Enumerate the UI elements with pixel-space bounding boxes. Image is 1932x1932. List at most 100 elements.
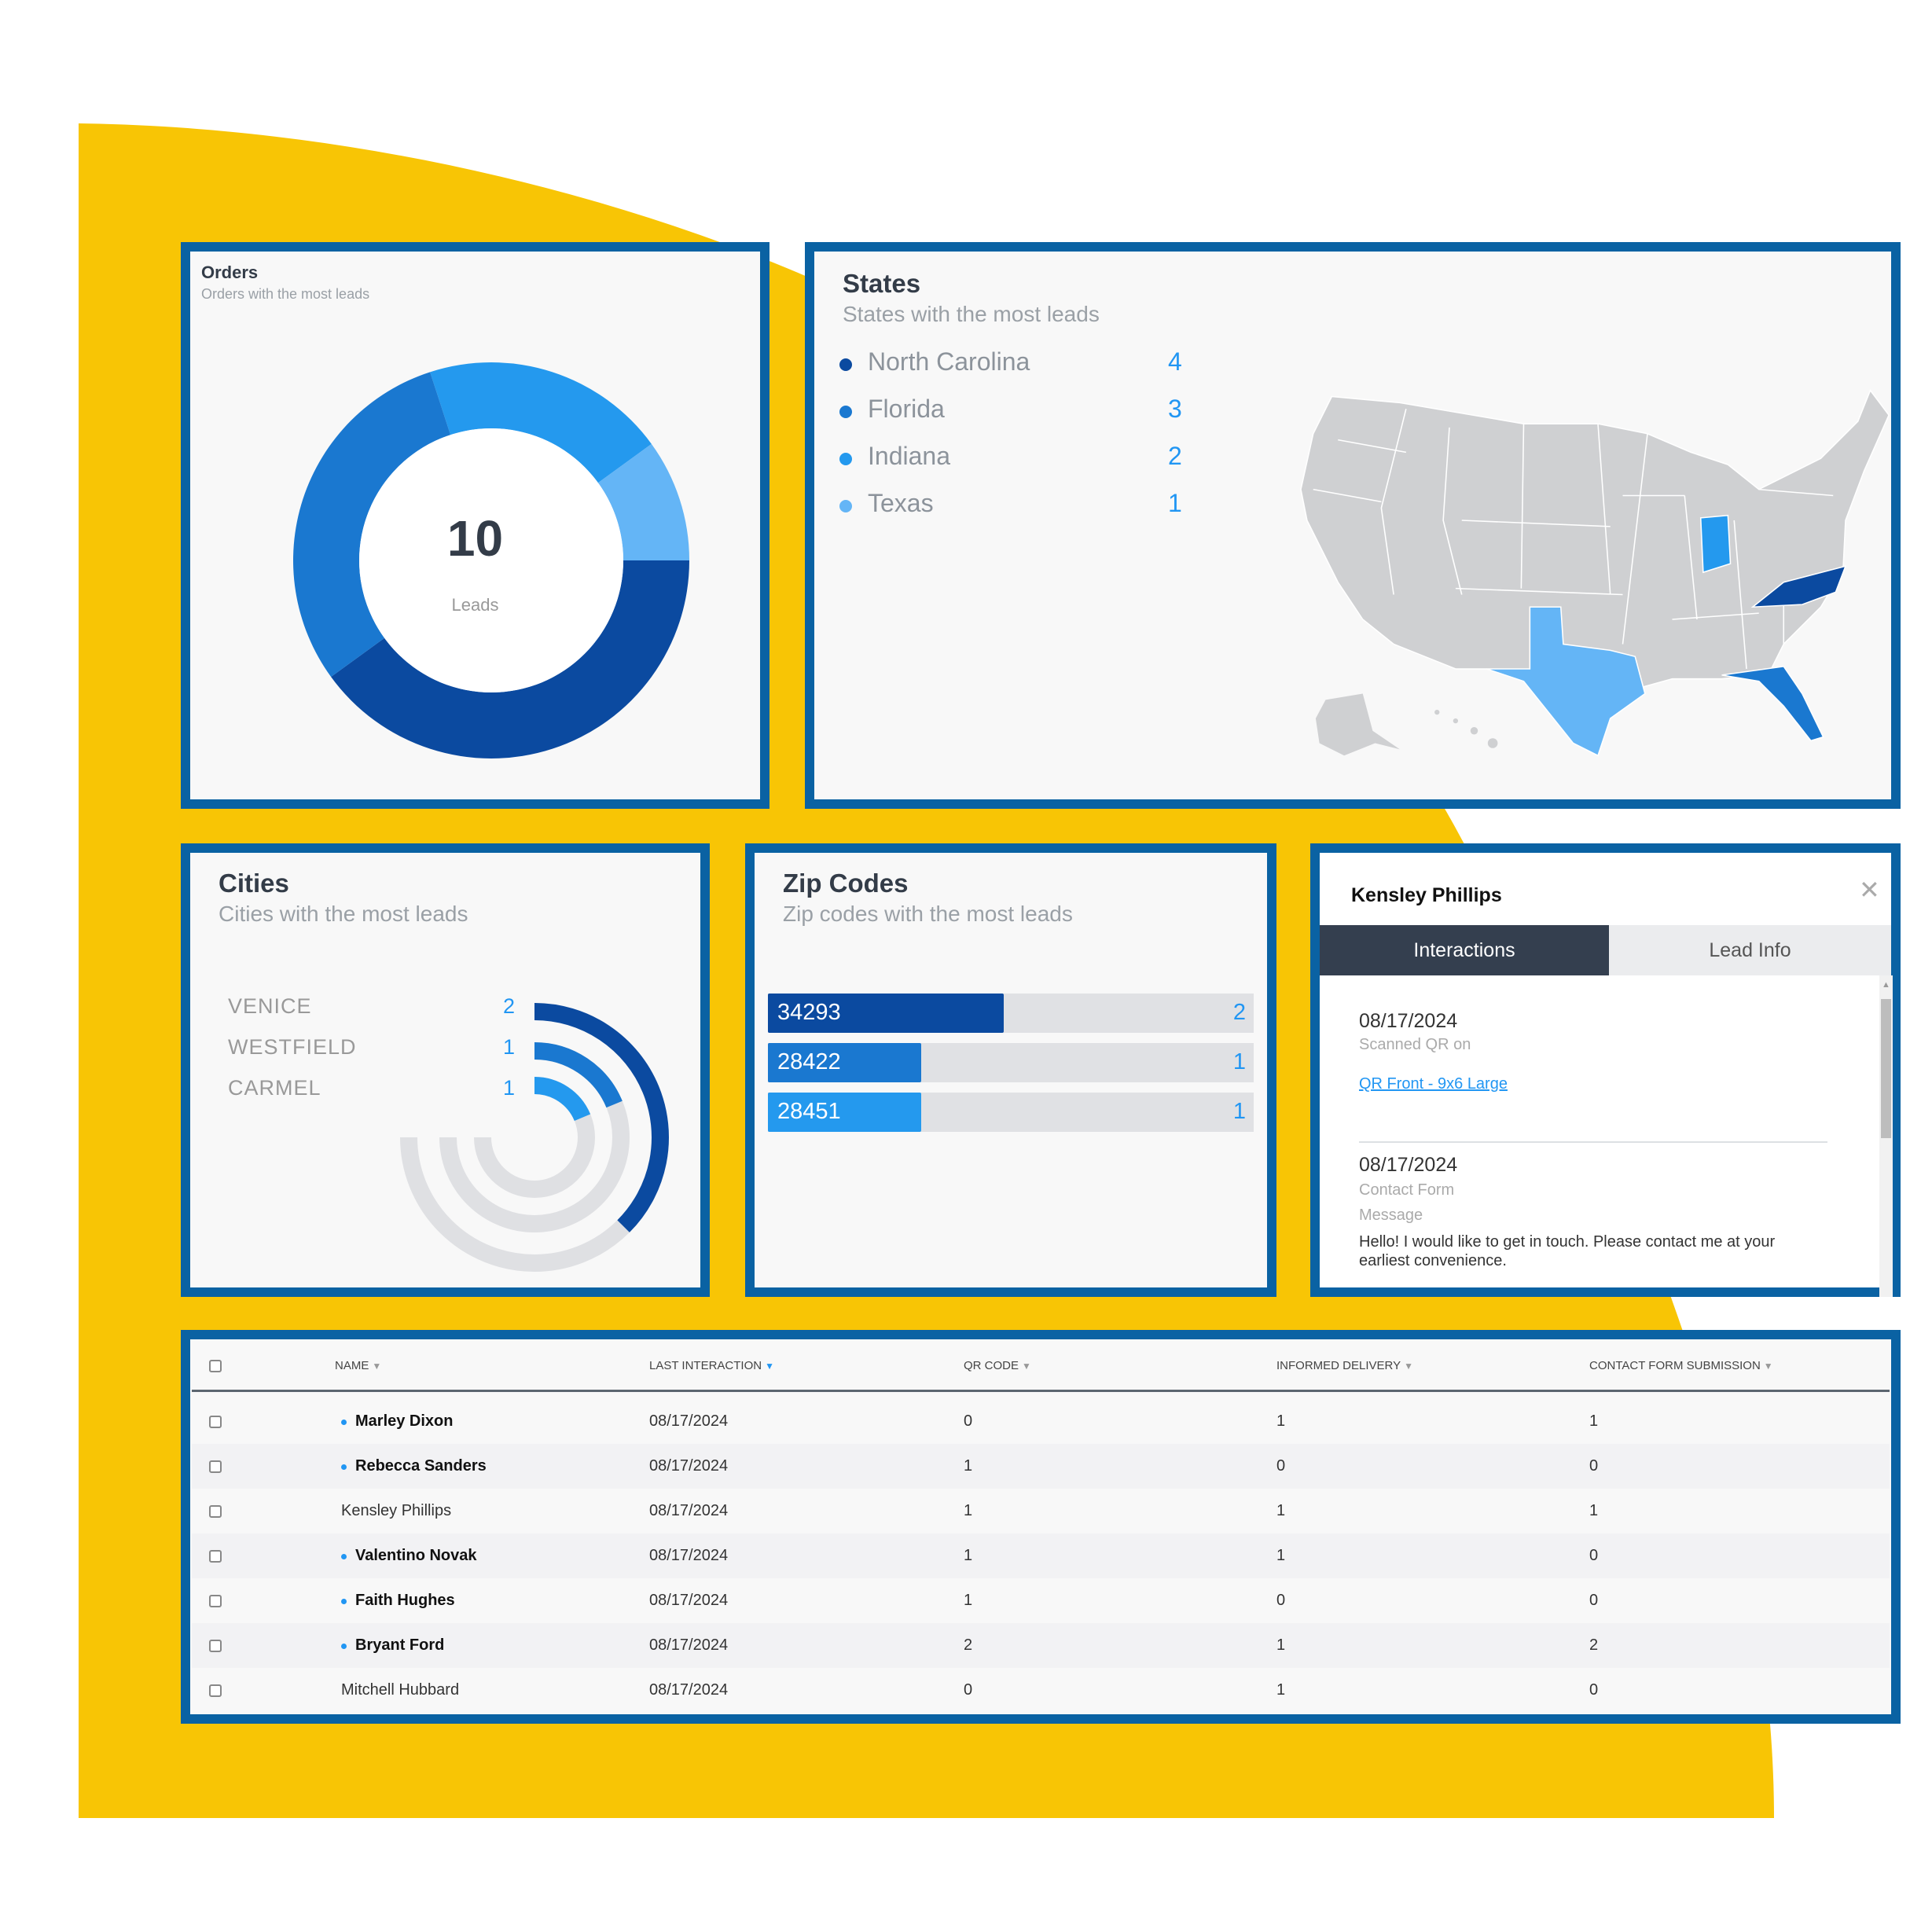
cell-qr: 1 bbox=[964, 1457, 973, 1475]
orders-panel: Orders Orders with the most leads 10 Lea… bbox=[181, 242, 769, 809]
legend-dot bbox=[839, 358, 852, 371]
column-header-label: LAST INTERACTION bbox=[649, 1359, 762, 1372]
cell-last: 08/17/2024 bbox=[649, 1547, 729, 1564]
zip-code-label: 28422 bbox=[777, 1049, 841, 1074]
row-checkbox[interactable] bbox=[209, 1505, 222, 1518]
cell-qr: 1 bbox=[964, 1547, 973, 1564]
table-row[interactable]: Mitchell Hubbard 08/17/2024 0 1 0 bbox=[192, 1668, 1890, 1713]
cell-name[interactable]: Kensley Phillips bbox=[341, 1502, 451, 1520]
map-indiana bbox=[1699, 514, 1732, 574]
cell-name[interactable]: Valentino Novak bbox=[355, 1547, 477, 1565]
lead-name: Kensley Phillips bbox=[1351, 884, 1502, 906]
column-header[interactable]: NAME ▼ bbox=[335, 1359, 381, 1372]
sort-arrow-icon[interactable]: ▼ bbox=[1764, 1361, 1773, 1372]
radial-bar[interactable] bbox=[534, 1077, 591, 1122]
interaction-date: 08/17/2024 bbox=[1359, 1010, 1458, 1032]
cell-last: 08/17/2024 bbox=[649, 1412, 729, 1430]
scroll-up-icon[interactable]: ▲ bbox=[1882, 980, 1890, 990]
cell-name[interactable]: Mitchell Hubbard bbox=[341, 1681, 459, 1699]
table-row[interactable]: Kensley Phillips 08/17/2024 1 1 1 bbox=[192, 1489, 1890, 1533]
states-subtitle: States with the most leads bbox=[843, 302, 1100, 326]
map-florida bbox=[1721, 666, 1824, 742]
legend-state-name: North Carolina bbox=[868, 347, 1030, 376]
divider bbox=[1359, 1141, 1827, 1143]
cell-qr: 2 bbox=[964, 1636, 973, 1654]
column-header[interactable]: CONTACT FORM SUBMISSION ▼ bbox=[1589, 1359, 1773, 1372]
cell-informed: 0 bbox=[1276, 1592, 1286, 1609]
interaction-type: Contact Form bbox=[1359, 1181, 1455, 1199]
column-header[interactable]: INFORMED DELIVERY ▼ bbox=[1276, 1359, 1413, 1372]
zip-subtitle: Zip codes with the most leads bbox=[783, 902, 1073, 926]
qr-link[interactable]: QR Front - 9x6 Large bbox=[1359, 1075, 1508, 1093]
cities-panel: Cities Cities with the most leads VENICE… bbox=[181, 843, 710, 1297]
select-all-checkbox[interactable] bbox=[209, 1360, 222, 1372]
row-checkbox[interactable] bbox=[209, 1416, 222, 1428]
donut-total: 10 bbox=[446, 510, 504, 567]
message-label: Message bbox=[1359, 1207, 1423, 1224]
message-text: Hello! I would like to get in touch. Ple… bbox=[1359, 1233, 1776, 1269]
tab-lead-info[interactable]: Lead Info bbox=[1609, 925, 1891, 975]
row-checkbox[interactable] bbox=[209, 1684, 222, 1697]
cell-informed: 1 bbox=[1276, 1502, 1286, 1519]
zip-title: Zip Codes bbox=[783, 869, 909, 898]
zip-bar-row[interactable]: 34293 2 bbox=[768, 994, 1254, 1033]
cell-qr: 0 bbox=[964, 1412, 973, 1430]
donut-total-label: Leads bbox=[451, 595, 499, 615]
unread-dot-icon bbox=[341, 1644, 347, 1649]
cities-radial-chart bbox=[400, 1003, 669, 1272]
cell-contact: 0 bbox=[1589, 1547, 1599, 1564]
zip-code-label: 34293 bbox=[777, 1000, 841, 1025]
cell-name[interactable]: Rebecca Sanders bbox=[355, 1457, 487, 1475]
tab-interactions[interactable]: Interactions bbox=[1320, 925, 1609, 975]
cell-contact: 2 bbox=[1589, 1636, 1599, 1654]
sort-arrow-icon[interactable]: ▼ bbox=[1404, 1361, 1413, 1372]
cell-last: 08/17/2024 bbox=[649, 1457, 729, 1475]
column-header-label: QR CODE bbox=[964, 1359, 1019, 1372]
cell-qr: 1 bbox=[964, 1592, 973, 1609]
cell-name[interactable]: Faith Hughes bbox=[355, 1592, 455, 1610]
cell-name[interactable]: Bryant Ford bbox=[355, 1636, 444, 1655]
cell-last: 08/17/2024 bbox=[649, 1592, 729, 1609]
table-row[interactable]: Bryant Ford 08/17/2024 2 1 2 bbox=[192, 1623, 1890, 1668]
unread-dot-icon bbox=[341, 1464, 347, 1470]
zip-value: 1 bbox=[1232, 1099, 1246, 1124]
cell-contact: 0 bbox=[1589, 1681, 1599, 1699]
legend-dot bbox=[839, 453, 852, 465]
zip-bar-row[interactable]: 28451 1 bbox=[768, 1093, 1254, 1132]
zip-value: 2 bbox=[1232, 1000, 1246, 1025]
column-header[interactable]: QR CODE ▼ bbox=[964, 1359, 1031, 1372]
row-checkbox[interactable] bbox=[209, 1640, 222, 1652]
scrollbar-thumb[interactable] bbox=[1881, 999, 1891, 1138]
map-alaska bbox=[1315, 693, 1400, 756]
scrollbar[interactable]: ▲ bbox=[1879, 975, 1893, 1297]
table-row[interactable]: Valentino Novak 08/17/2024 1 1 0 bbox=[192, 1533, 1890, 1578]
legend-dot bbox=[839, 406, 852, 418]
legend-state-name: Florida bbox=[868, 395, 945, 423]
legend-state-name: Texas bbox=[868, 489, 934, 517]
cell-contact: 0 bbox=[1589, 1592, 1599, 1609]
legend-state-name: Indiana bbox=[868, 442, 950, 470]
column-header[interactable]: LAST INTERACTION ▼ bbox=[649, 1359, 774, 1372]
table-row[interactable]: Rebecca Sanders 08/17/2024 1 0 0 bbox=[192, 1444, 1890, 1489]
sort-arrow-icon[interactable]: ▼ bbox=[1022, 1361, 1031, 1372]
cell-contact: 1 bbox=[1589, 1412, 1599, 1430]
cell-informed: 1 bbox=[1276, 1636, 1286, 1654]
close-icon[interactable]: ✕ bbox=[1859, 875, 1880, 905]
cell-name[interactable]: Marley Dixon bbox=[355, 1412, 453, 1431]
cell-informed: 1 bbox=[1276, 1681, 1286, 1699]
cell-qr: 1 bbox=[964, 1502, 973, 1519]
sort-arrow-icon[interactable]: ▼ bbox=[372, 1361, 381, 1372]
sort-arrow-icon[interactable]: ▼ bbox=[765, 1361, 774, 1372]
states-title: States bbox=[843, 269, 921, 298]
us-map bbox=[1300, 389, 1890, 757]
cell-informed: 1 bbox=[1276, 1412, 1286, 1430]
row-checkbox[interactable] bbox=[209, 1595, 222, 1607]
row-checkbox[interactable] bbox=[209, 1460, 222, 1473]
table-row[interactable]: Faith Hughes 08/17/2024 1 0 0 bbox=[192, 1578, 1890, 1623]
row-checkbox[interactable] bbox=[209, 1550, 222, 1563]
cell-contact: 0 bbox=[1589, 1457, 1599, 1475]
table-row[interactable]: Marley Dixon 08/17/2024 0 1 1 bbox=[192, 1399, 1890, 1444]
zip-bar-row[interactable]: 28422 1 bbox=[768, 1043, 1254, 1082]
column-header-label: NAME bbox=[335, 1359, 369, 1372]
cell-last: 08/17/2024 bbox=[649, 1502, 729, 1519]
